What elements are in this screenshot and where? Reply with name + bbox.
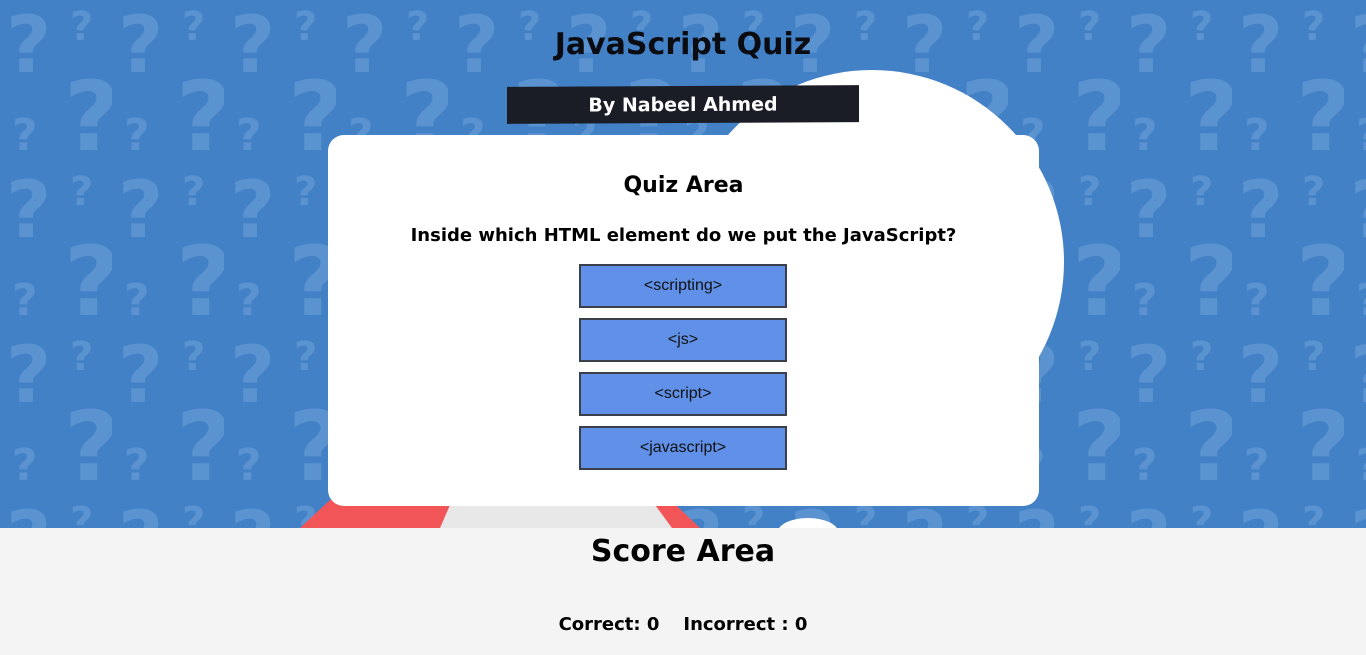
author-banner: By Nabeel Ahmed [507,85,859,124]
options-list: <scripting> <js> <script> <javascript> [579,264,787,480]
option-button-js[interactable]: <js> [579,318,787,362]
hero-section: ? ? ? ? JavaScript Quiz By Nabeel Ahmed … [0,0,1366,528]
option-button-script[interactable]: <script> [579,372,787,416]
incorrect-count: Incorrect : 0 [683,614,808,635]
score-summary: Correct: 0 Incorrect : 0 [0,613,1366,637]
correct-count: Correct: 0 [558,614,660,635]
page-title: JavaScript Quiz [554,27,812,62]
quiz-area-title: Quiz Area [623,173,744,198]
option-button-javascript[interactable]: <javascript> [579,426,787,470]
option-button-scripting[interactable]: <scripting> [579,264,787,308]
quiz-card: Quiz Area Inside which HTML element do w… [328,135,1039,506]
score-area-title: Score Area [590,534,776,569]
question-text: Inside which HTML element do we put the … [410,225,957,246]
